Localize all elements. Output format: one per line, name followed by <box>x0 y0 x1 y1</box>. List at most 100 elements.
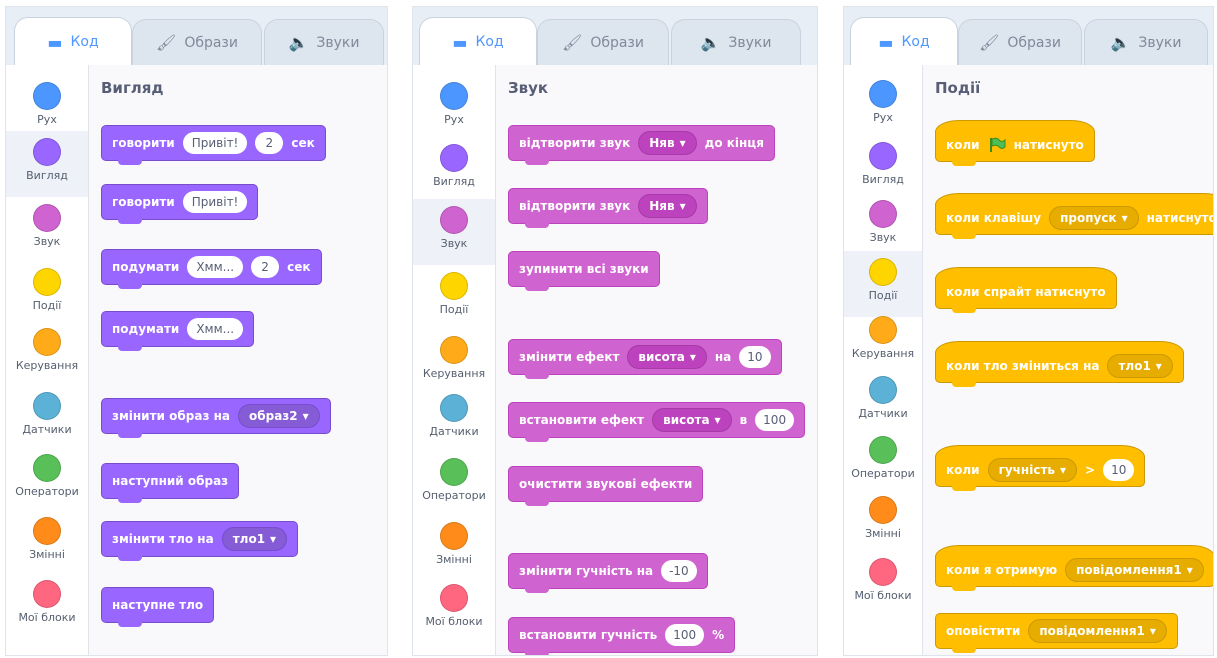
caret-down-icon: ▾ <box>302 409 309 423</box>
tab-costumes[interactable]: 🖌 Образи <box>132 19 262 65</box>
text-input[interactable]: Хмм... <box>187 256 244 278</box>
block-switch-costume[interactable]: змінити образ на образ2 ▾ <box>101 398 331 438</box>
block-when-sprite-clicked[interactable]: коли спрайт натиснуто <box>935 267 1117 313</box>
number-input[interactable]: 100 <box>755 409 795 431</box>
tab-code[interactable]: ▬ Код <box>419 17 537 66</box>
sound-dropdown[interactable]: Няв ▾ <box>638 131 697 155</box>
backdrop-dropdown[interactable]: тло1 ▾ <box>1107 354 1173 378</box>
tab-code[interactable]: ▬ Код <box>14 17 132 66</box>
tab-code[interactable]: ▬ Код <box>850 17 958 66</box>
block-say[interactable]: говорити Привіт! <box>101 184 259 224</box>
costume-dropdown[interactable]: образ2 ▾ <box>237 404 320 428</box>
number-input[interactable]: 10 <box>739 346 771 368</box>
caret-down-icon: ▾ <box>1059 463 1067 477</box>
block-stop-all-sounds[interactable]: зупинити всі звуки <box>508 251 660 291</box>
key-dropdown[interactable]: пропуск ▾ <box>1049 206 1139 230</box>
block-when-i-receive[interactable]: коли я отримую повідомлення1 ▾ <box>935 545 1213 591</box>
category-motion[interactable]: Рух <box>844 73 922 139</box>
category-events[interactable]: Події <box>6 261 88 327</box>
block-play-sound-until-done[interactable]: відтворити звук Няв ▾ до кінця <box>508 125 775 165</box>
block-change-volume[interactable]: змінити гучність на -10 <box>508 553 708 593</box>
category-variables[interactable]: Змінні <box>844 489 922 555</box>
sound-dot-icon <box>440 206 468 234</box>
category-sound[interactable]: Звук <box>844 193 922 259</box>
message-dropdown[interactable]: повідомлення1 ▾ <box>1065 558 1204 582</box>
block-say-for-secs[interactable]: говорити Привіт! 2 сек <box>101 125 326 165</box>
block-text: встановити гучність <box>519 628 658 642</box>
category-sound[interactable]: Звук <box>6 197 88 263</box>
block-text: коли я отримую <box>946 563 1058 577</box>
tab-sounds[interactable]: 🔈 Звуки <box>1084 19 1208 65</box>
category-my-blocks[interactable]: Мої блоки <box>6 573 88 639</box>
message-dropdown[interactable]: повідомлення1 ▾ <box>1028 619 1167 643</box>
tab-costumes[interactable]: 🖌 Образи <box>958 19 1082 65</box>
tab-costumes-label: Образи <box>184 34 238 51</box>
category-motion[interactable]: Рух <box>413 75 495 141</box>
category-events[interactable]: Події <box>413 265 495 331</box>
block-text: коли <box>946 138 980 152</box>
brush-icon: 🖌 <box>979 33 1000 52</box>
block-change-effect[interactable]: змінити ефект висота ▾ на 10 <box>508 339 782 379</box>
category-my-blocks[interactable]: Мої блоки <box>413 577 495 643</box>
sound-dropdown[interactable]: Няв ▾ <box>638 194 697 218</box>
tab-costumes[interactable]: 🖌 Образи <box>537 19 669 65</box>
number-input[interactable]: -10 <box>661 560 697 582</box>
block-when-backdrop-switches[interactable]: коли тло зміниться на тло1 ▾ <box>935 341 1184 387</box>
category-label: Події <box>32 299 62 312</box>
myblocks-dot-icon <box>33 580 61 608</box>
effect-dropdown[interactable]: висота ▾ <box>627 345 707 369</box>
number-input[interactable]: 10 <box>1103 459 1135 481</box>
operators-dot-icon <box>869 436 897 464</box>
block-next-backdrop[interactable]: наступне тло <box>101 587 215 627</box>
block-set-effect[interactable]: встановити ефект висота ▾ в 100 <box>508 402 806 442</box>
block-when-key-pressed[interactable]: коли клавішу пропуск ▾ натиснуто <box>935 193 1213 239</box>
block-switch-backdrop[interactable]: змінити тло на тло1 ▾ <box>101 521 299 561</box>
effect-dropdown[interactable]: висота ▾ <box>652 408 732 432</box>
block-think-for-secs[interactable]: подумати Хмм... 2 сек <box>101 249 322 289</box>
block-clear-sound-effects[interactable]: очистити звукові ефекти <box>508 466 704 506</box>
category-operators[interactable]: Оператори <box>844 429 922 495</box>
block-think[interactable]: подумати Хмм... <box>101 311 255 351</box>
category-sensing[interactable]: Датчики <box>6 385 88 451</box>
block-text: говорити <box>112 136 175 150</box>
control-dot-icon <box>33 328 61 356</box>
category-variables[interactable]: Змінні <box>6 510 88 576</box>
block-when-flag-clicked[interactable]: коли натиснуто <box>935 120 1095 166</box>
category-sound[interactable]: Звук <box>413 199 495 265</box>
category-events[interactable]: Події <box>844 251 922 317</box>
category-operators[interactable]: Оператори <box>413 451 495 517</box>
tab-sounds[interactable]: 🔈 Звуки <box>671 19 801 65</box>
block-set-volume[interactable]: встановити гучність 100 % <box>508 617 736 655</box>
category-control[interactable]: Керування <box>6 321 88 387</box>
category-my-blocks[interactable]: Мої блоки <box>844 551 922 617</box>
text-input[interactable]: Привіт! <box>182 191 248 213</box>
number-input[interactable]: 100 <box>665 624 705 646</box>
backdrop-dropdown[interactable]: тло1 ▾ <box>221 527 288 551</box>
block-palette: Події коли натиснуто коли клавішу пропус… <box>923 65 1213 655</box>
category-control[interactable]: Керування <box>844 309 922 375</box>
tab-sounds[interactable]: 🔈 Звуки <box>264 19 384 65</box>
scratch-panel-looks: ▬ Код 🖌 Образи 🔈 Звуки Рух Вигляд Звук П… <box>5 6 388 656</box>
number-input[interactable]: 2 <box>255 132 284 154</box>
block-next-costume[interactable]: наступний образ <box>101 463 240 503</box>
text-input[interactable]: Привіт! <box>182 132 248 154</box>
category-looks[interactable]: Вигляд <box>844 135 922 201</box>
block-when-greater-than[interactable]: коли гучність ▾ > 10 <box>935 445 1146 491</box>
block-broadcast[interactable]: оповістити повідомлення1 ▾ <box>935 613 1178 653</box>
category-sensing[interactable]: Датчики <box>413 387 495 453</box>
sensor-dropdown[interactable]: гучність ▾ <box>987 458 1078 482</box>
text-input[interactable]: Хмм... <box>187 318 244 340</box>
caret-down-icon: ▾ <box>679 199 686 213</box>
block-start-sound[interactable]: відтворити звук Няв ▾ <box>508 188 708 228</box>
caret-down-icon: ▾ <box>1149 624 1156 638</box>
category-sensing[interactable]: Датчики <box>844 369 922 435</box>
category-operators[interactable]: Оператори <box>6 447 88 513</box>
category-looks[interactable]: Вигляд <box>413 137 495 203</box>
block-text: очистити звукові ефекти <box>519 477 693 491</box>
category-control[interactable]: Керування <box>413 329 495 395</box>
category-variables[interactable]: Змінні <box>413 515 495 581</box>
block-text: % <box>712 628 725 642</box>
category-looks[interactable]: Вигляд <box>6 131 88 197</box>
number-input[interactable]: 2 <box>251 256 280 278</box>
speaker-icon: 🔈 <box>288 33 309 52</box>
